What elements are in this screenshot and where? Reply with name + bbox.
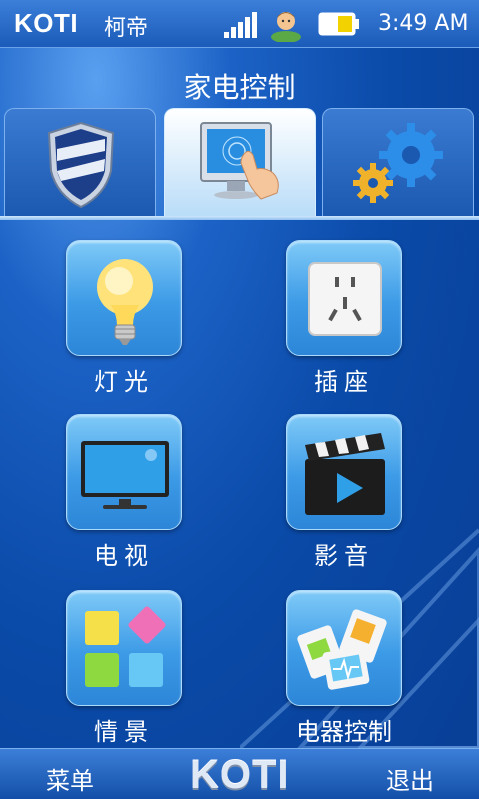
appliance-control-label: 电器控制	[296, 718, 392, 746]
exit-button[interactable]: 退出	[386, 761, 434, 796]
tab-divider	[0, 216, 479, 220]
media-label: 影音	[314, 542, 374, 570]
user-avatar-icon	[271, 12, 301, 42]
signal-icon	[224, 12, 258, 38]
app-screen: KOTI 柯帝 3:49 AM 家电控制 灯光 插座 电视 影音 情景 电器控制…	[0, 0, 479, 799]
scene-tiles-icon	[85, 606, 166, 687]
tab-settings[interactable]	[322, 108, 474, 218]
tv-button[interactable]	[66, 414, 182, 530]
tab-security[interactable]	[4, 108, 156, 218]
page-title: 家电控制	[183, 71, 296, 104]
power-socket-icon	[308, 262, 382, 336]
shield-icon	[47, 121, 115, 209]
scene-label: 情景	[94, 718, 154, 746]
touch-screen-icon	[200, 122, 279, 200]
television-icon	[81, 441, 169, 509]
socket-button[interactable]	[286, 240, 402, 356]
clapperboard-icon	[305, 433, 385, 515]
battery-icon	[318, 12, 359, 36]
status-bar: KOTI 柯帝 3:49 AM	[0, 0, 479, 48]
brand-name-cn: 柯帝	[104, 16, 149, 41]
status-clock: 3:49 AM	[378, 11, 469, 36]
gears-icon	[353, 123, 443, 203]
appliance-control-button[interactable]	[286, 590, 402, 706]
appliance-cards-icon	[297, 609, 387, 690]
brand-logo: KOTI	[14, 8, 79, 38]
light-bulb-icon	[97, 259, 153, 345]
bottom-bar: 菜单 KOTI 退出	[0, 748, 479, 799]
tab-appliance-control[interactable]	[164, 108, 316, 218]
lights-button[interactable]	[66, 240, 182, 356]
lights-label: 灯光	[94, 368, 154, 396]
menu-button[interactable]: 菜单	[46, 761, 94, 796]
media-button[interactable]	[286, 414, 402, 530]
socket-label: 插座	[314, 368, 374, 396]
bottom-logo: KOTI	[190, 753, 290, 797]
tv-label: 电视	[94, 542, 154, 570]
scene-button[interactable]	[66, 590, 182, 706]
